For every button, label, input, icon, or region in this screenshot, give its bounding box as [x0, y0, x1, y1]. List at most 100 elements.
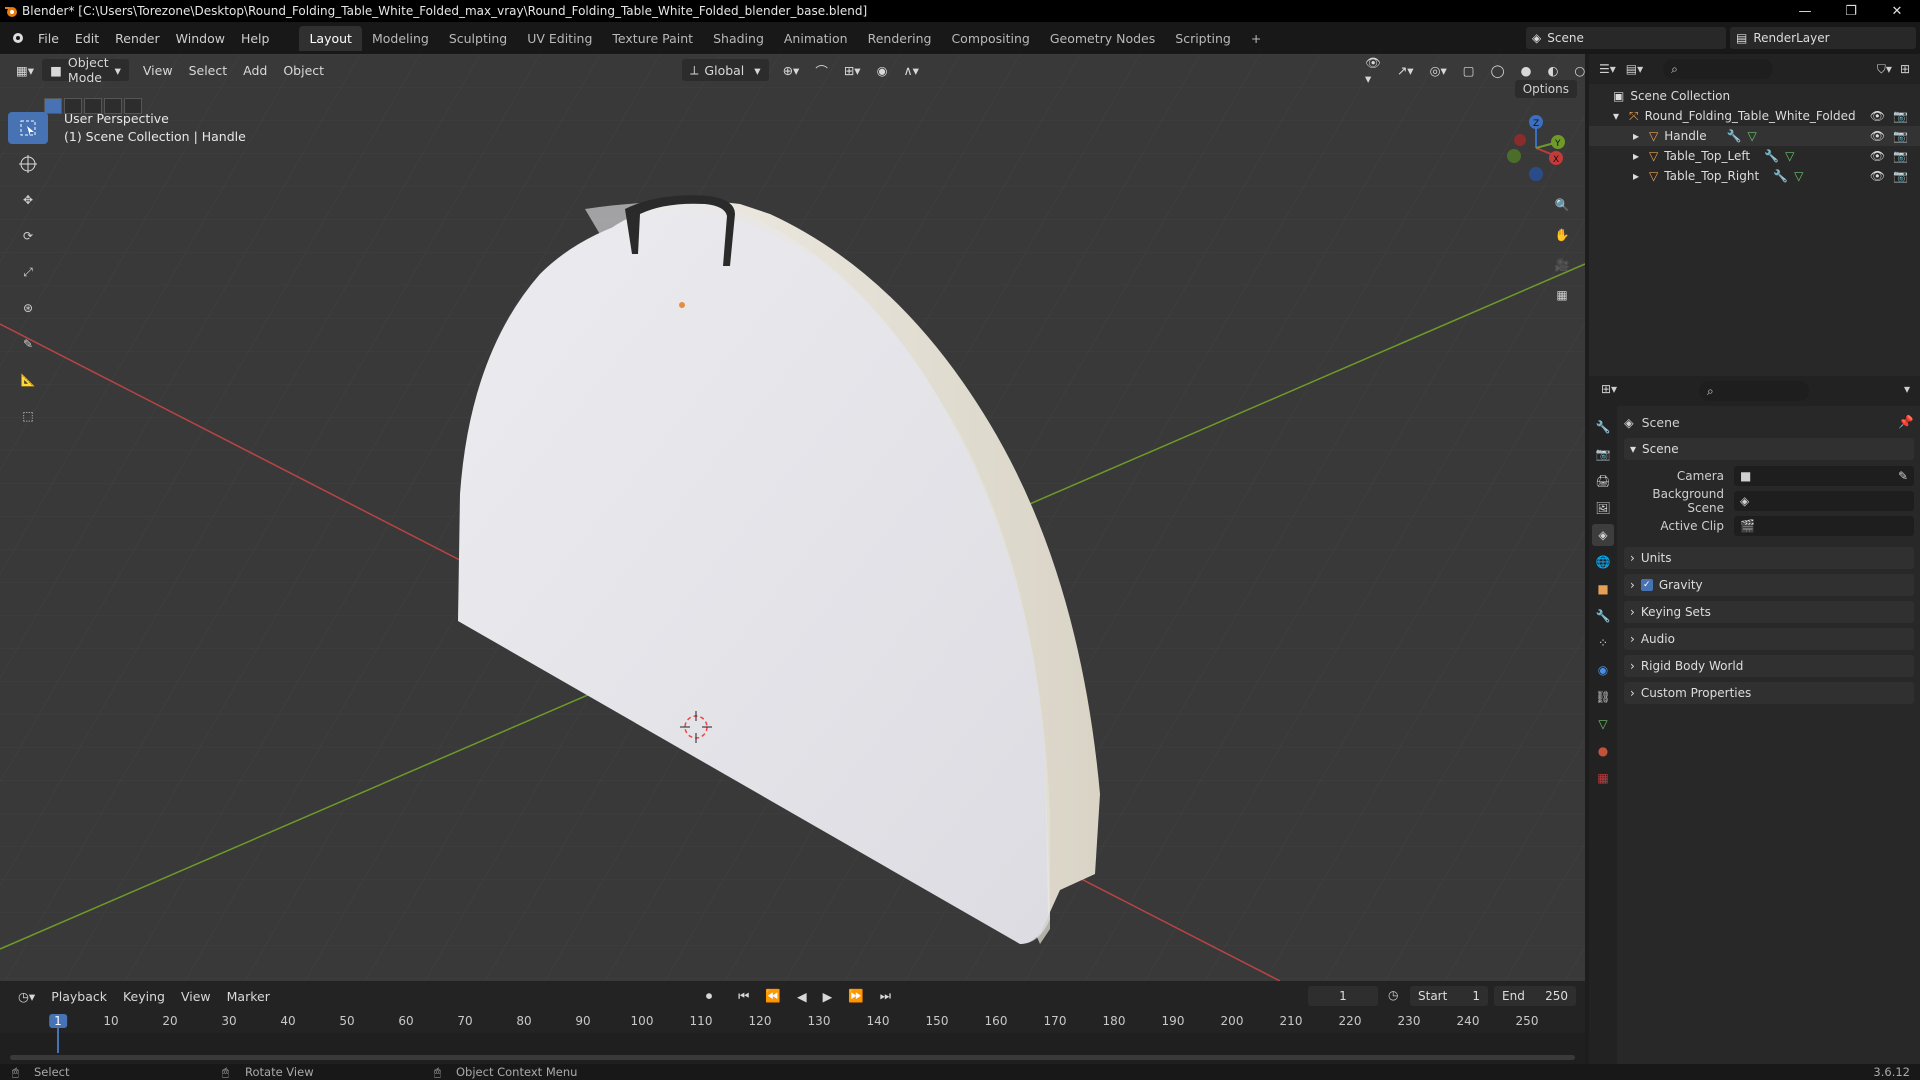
background-scene-field[interactable]: ◈	[1734, 491, 1914, 511]
end-frame-field[interactable]: End 250	[1494, 986, 1576, 1006]
tab-shading[interactable]: Shading	[703, 26, 774, 51]
overlay-toggle-icon[interactable]: ◎▾	[1422, 59, 1455, 81]
render-tab-icon[interactable]: 📷	[1592, 443, 1614, 465]
jump-start-icon[interactable]: ⏮	[730, 985, 757, 1007]
outliner-editor-icon[interactable]: ☰▾	[1599, 62, 1616, 76]
measure-icon[interactable]: 📐	[8, 364, 48, 396]
menu-file[interactable]: File	[30, 31, 67, 46]
select-box-icon[interactable]	[8, 112, 48, 144]
constraints-tab-icon[interactable]: ⛓	[1592, 686, 1614, 708]
tool-tab-icon[interactable]: 🔧	[1592, 416, 1614, 438]
blender-menu-icon[interactable]	[0, 30, 30, 47]
object-tab-icon[interactable]: ■	[1592, 578, 1614, 600]
camera-render-icon[interactable]: 📷	[1893, 149, 1908, 163]
expand-right-icon[interactable]: ▸	[1633, 169, 1639, 183]
cursor-icon[interactable]	[8, 148, 48, 180]
expand-right-icon[interactable]: ▸	[1633, 149, 1639, 163]
tab-scripting[interactable]: Scripting	[1165, 26, 1241, 51]
active-clip-field[interactable]: 🎬	[1734, 516, 1914, 536]
camera-view-icon[interactable]: 🎥	[1549, 254, 1575, 276]
annotate-icon[interactable]: ✎	[8, 328, 48, 360]
falloff-icon[interactable]: ∧▾	[896, 59, 927, 81]
properties-editor[interactable]: ⊞▾ ⌕ ▾ 🔧 📷 🖨 🖼 ◈ 🌐 ■ 🔧 ⁘ ◉ ⛓ ▽ ● ▦ ◈ Sce…	[1589, 376, 1920, 1064]
menu-playback[interactable]: Playback	[43, 985, 115, 1007]
maximize-icon[interactable]: ❐	[1828, 0, 1874, 22]
pin-icon[interactable]: 📌	[1898, 414, 1914, 430]
rendered-shading-icon[interactable]: ○▾	[1566, 59, 1585, 81]
new-collection-icon[interactable]: ⊞	[1900, 62, 1910, 76]
menu-view[interactable]: View	[135, 59, 181, 81]
mode-selector[interactable]: ■ Object Mode ▾	[42, 55, 129, 85]
next-keyframe-icon[interactable]: ⏩	[840, 985, 872, 1007]
prev-keyframe-icon[interactable]: ⏪	[757, 985, 789, 1007]
jump-end-icon[interactable]: ⏭	[872, 985, 899, 1007]
visibility-icon[interactable]: 👁▾	[1357, 55, 1389, 86]
gravity-checkbox[interactable]: ✓	[1640, 579, 1653, 591]
solid-shading-icon[interactable]: ●	[1513, 59, 1540, 81]
proportional-edit-icon[interactable]: ◉	[869, 59, 896, 81]
add-cube-icon[interactable]: ⬚	[8, 400, 48, 432]
scene-panel-header[interactable]: ▾ Scene	[1624, 438, 1914, 460]
scale-icon[interactable]: ⤢	[8, 256, 48, 288]
modifier-tab-icon[interactable]: 🔧	[1592, 605, 1614, 627]
xray-icon[interactable]: ▢	[1455, 59, 1483, 81]
outliner-row-scene-collection[interactable]: ▣ Scene Collection	[1589, 86, 1920, 106]
physics-tab-icon[interactable]: ◉	[1592, 659, 1614, 681]
outliner[interactable]: ☰▾ ▤▾ ⌕ ⛉▾ ⊞ ▣ Scene Collection ▾ ⤧ Roun…	[1589, 54, 1920, 376]
tab-compositing[interactable]: Compositing	[941, 26, 1039, 51]
menu-help[interactable]: Help	[233, 31, 278, 46]
scene-selector[interactable]: ◈ Scene	[1526, 27, 1726, 49]
chevron-down-icon[interactable]: ▾	[1904, 382, 1910, 396]
timeline-scrollbar[interactable]	[10, 1055, 1575, 1060]
tab-animation[interactable]: Animation	[774, 26, 858, 51]
texture-tab-icon[interactable]: ▦	[1592, 767, 1614, 789]
camera-field[interactable]: ■ ✎	[1734, 466, 1914, 486]
snap-target-icon[interactable]: ⊞▾	[836, 59, 869, 81]
view-layer-selector[interactable]: ▤ RenderLayer	[1730, 27, 1916, 49]
data-tab-icon[interactable]: ▽	[1592, 713, 1614, 735]
outliner-row-table-top-left[interactable]: ▸ ▽ Table_Top_Left 🔧 ▽ 👁 📷	[1589, 146, 1920, 166]
editor-type-icon[interactable]: ▦▾	[8, 59, 42, 81]
current-frame-field[interactable]: 1	[1308, 986, 1378, 1006]
timeline-track[interactable]	[0, 1025, 1585, 1064]
timeline[interactable]: ◷▾ Playback Keying View Marker ⏺ ⏮ ⏪ ◀ ▶…	[0, 981, 1585, 1064]
tab-modeling[interactable]: Modeling	[362, 26, 439, 51]
world-tab-icon[interactable]: 🌐	[1592, 551, 1614, 573]
menu-edit[interactable]: Edit	[67, 31, 107, 46]
pan-hand-icon[interactable]: ✋	[1549, 224, 1575, 246]
eyedropper-icon[interactable]: ✎	[1898, 469, 1908, 483]
expand-down-icon[interactable]: ▾	[1613, 109, 1619, 123]
transform-orientation[interactable]: ⟂ Global ▾	[682, 59, 769, 81]
rigid-body-world-panel-header[interactable]: › Rigid Body World	[1624, 655, 1914, 677]
wireframe-shading-icon[interactable]: ◯	[1483, 59, 1513, 81]
menu-window[interactable]: Window	[168, 31, 233, 46]
play-reverse-icon[interactable]: ◀	[789, 985, 815, 1007]
eye-icon[interactable]: 👁	[1870, 169, 1885, 183]
units-panel-header[interactable]: › Units	[1624, 547, 1914, 569]
output-tab-icon[interactable]: 🖨	[1592, 470, 1614, 492]
transform-icon[interactable]: ⊛	[8, 292, 48, 324]
ortho-grid-icon[interactable]: ▦	[1549, 284, 1575, 306]
camera-render-icon[interactable]: 📷	[1893, 169, 1908, 183]
move-icon[interactable]: ✥	[8, 184, 48, 216]
properties-editor-icon[interactable]: ⊞▾	[1601, 382, 1617, 396]
rotate-icon[interactable]: ⟳	[8, 220, 48, 252]
audio-panel-header[interactable]: › Audio	[1624, 628, 1914, 650]
start-frame-field[interactable]: Start 1	[1410, 986, 1488, 1006]
eye-icon[interactable]: 👁	[1870, 129, 1885, 143]
3d-viewport[interactable]: Z Y X ▦▾ ■ Object Mode ▾ View Select Add…	[0, 54, 1585, 981]
tab-sculpting[interactable]: Sculpting	[439, 26, 517, 51]
tab-texture-paint[interactable]: Texture Paint	[602, 26, 703, 51]
outliner-search-field[interactable]: ⌕	[1663, 59, 1774, 79]
particles-tab-icon[interactable]: ⁘	[1592, 632, 1614, 654]
timeline-editor-icon[interactable]: ◷▾	[10, 985, 43, 1007]
minimize-icon[interactable]: —	[1782, 0, 1828, 22]
add-workspace-icon[interactable]: +	[1241, 26, 1271, 51]
options-button[interactable]: Options	[1514, 80, 1577, 98]
outliner-row-handle[interactable]: ▸ ▽ Handle 🔧 ▽ 👁 📷	[1589, 126, 1920, 146]
record-icon[interactable]: ⏺	[698, 985, 720, 1007]
material-shading-icon[interactable]: ◐	[1539, 59, 1566, 81]
menu-object[interactable]: Object	[275, 59, 332, 81]
gizmo-toggle-icon[interactable]: ↗▾	[1389, 59, 1422, 81]
gravity-panel-header[interactable]: › ✓ Gravity	[1624, 574, 1914, 596]
